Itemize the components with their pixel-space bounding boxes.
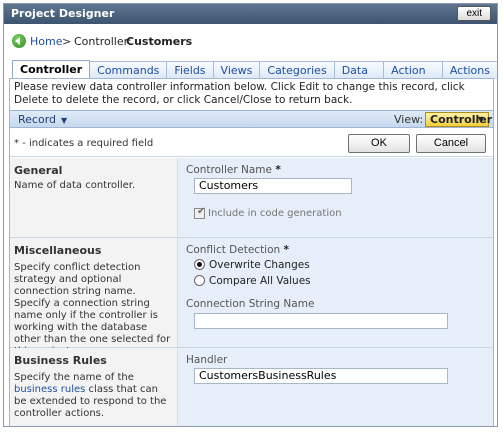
tab-strip: Controller Commands Fields Views Categor… bbox=[12, 60, 497, 94]
section-miscellaneous-fields: Conflict Detection * Overwrite Changes C… bbox=[178, 238, 493, 347]
section-description: Specify the name of the business rules c… bbox=[14, 372, 172, 420]
tab-data-fields[interactable]: Data Fields bbox=[333, 61, 385, 94]
cancel-button[interactable]: Cancel bbox=[416, 134, 486, 153]
breadcrumb-home-link[interactable]: Home bbox=[30, 35, 62, 48]
controller-name-field[interactable]: Customers bbox=[194, 178, 352, 194]
section-general: General Name of data controller. Control… bbox=[10, 158, 493, 238]
conflict-detection-label: Conflict Detection * bbox=[186, 244, 289, 256]
ok-button[interactable]: OK bbox=[348, 134, 410, 153]
section-description: Specify conflict detection strategy and … bbox=[14, 262, 171, 357]
section-business-rules-fields: Handler CustomersBusinessRules bbox=[178, 348, 493, 426]
chevron-down-icon: ▼ bbox=[61, 116, 68, 125]
connection-string-name-field[interactable] bbox=[194, 313, 448, 329]
record-menu-label: Record bbox=[18, 113, 57, 126]
tab-commands[interactable]: Commands bbox=[89, 61, 168, 79]
required-marker: * bbox=[283, 244, 290, 256]
tab-categories[interactable]: Categories bbox=[259, 61, 335, 79]
required-marker: * bbox=[275, 164, 281, 176]
check-icon: ✔ bbox=[197, 206, 206, 217]
section-description: Name of data controller. bbox=[14, 180, 136, 191]
controller-panel: Please review data controller informatio… bbox=[9, 78, 494, 426]
required-field-note: * - indicates a required field bbox=[14, 138, 154, 149]
section-business-rules-info: Business Rules Specify the name of the b… bbox=[10, 348, 178, 426]
exit-button[interactable]: exit bbox=[457, 6, 491, 21]
form-header-row: * - indicates a required field OK Cancel bbox=[10, 129, 493, 157]
section-general-info: General Name of data controller. bbox=[10, 158, 178, 237]
form-description: Please review data controller informatio… bbox=[14, 81, 465, 106]
rules-desc-pre: Specify the name of the bbox=[14, 372, 134, 383]
tab-actions[interactable]: Actions bbox=[441, 61, 497, 79]
include-in-code-generation-label: Include in code generation bbox=[208, 208, 342, 219]
section-miscellaneous-info: Miscellaneous Specify conflict detection… bbox=[10, 238, 178, 357]
controller-name-label: Controller Name * bbox=[186, 164, 281, 176]
section-title: General bbox=[14, 164, 63, 177]
project-designer-window: Project Designer exit Home > Controller:… bbox=[3, 3, 498, 427]
handler-label: Handler bbox=[186, 354, 228, 366]
section-miscellaneous: Miscellaneous Specify conflict detection… bbox=[10, 238, 493, 357]
conflict-detection-label-text: Conflict Detection bbox=[186, 244, 281, 256]
breadcrumb-controller-prefix: Controller: bbox=[74, 35, 132, 48]
breadcrumb-controller-name: Customers bbox=[126, 35, 193, 48]
back-arrow-icon[interactable] bbox=[12, 34, 26, 48]
compare-all-values-radio[interactable] bbox=[194, 275, 205, 286]
section-general-fields: Controller Name * Customers ✔ Include in… bbox=[178, 158, 493, 237]
chevron-down-icon: ▼ bbox=[477, 115, 484, 124]
handler-field[interactable]: CustomersBusinessRules bbox=[194, 368, 448, 384]
view-selector[interactable]: Controller ▼ bbox=[425, 112, 492, 127]
breadcrumb-separator: > bbox=[62, 35, 72, 48]
overwrite-changes-radio[interactable] bbox=[194, 259, 205, 270]
tab-fields[interactable]: Fields bbox=[166, 61, 214, 79]
window-title: Project Designer bbox=[11, 7, 115, 20]
section-title: Miscellaneous bbox=[14, 244, 102, 257]
connection-string-name-label: Connection String Name bbox=[186, 298, 315, 310]
overwrite-changes-label: Overwrite Changes bbox=[209, 259, 310, 271]
include-in-code-generation-checkbox[interactable]: ✔ bbox=[194, 206, 206, 219]
business-rules-link[interactable]: business rules bbox=[14, 384, 85, 395]
breadcrumb: Home > Controller: Customers bbox=[4, 24, 497, 58]
view-label: View: bbox=[394, 113, 424, 126]
tab-controller[interactable]: Controller bbox=[12, 60, 91, 79]
tab-views[interactable]: Views bbox=[212, 61, 261, 79]
record-menu[interactable]: Record ▼ bbox=[18, 113, 67, 126]
action-toolbar: Record ▼ View: Controller ▼ bbox=[10, 110, 493, 128]
title-bar: Project Designer exit bbox=[4, 4, 497, 24]
compare-all-values-label: Compare All Values bbox=[209, 275, 311, 287]
tab-action-groups[interactable]: Action Groups bbox=[383, 61, 443, 94]
section-business-rules: Business Rules Specify the name of the b… bbox=[10, 348, 493, 426]
controller-name-label-text: Controller Name bbox=[186, 164, 272, 176]
section-title: Business Rules bbox=[14, 354, 107, 367]
